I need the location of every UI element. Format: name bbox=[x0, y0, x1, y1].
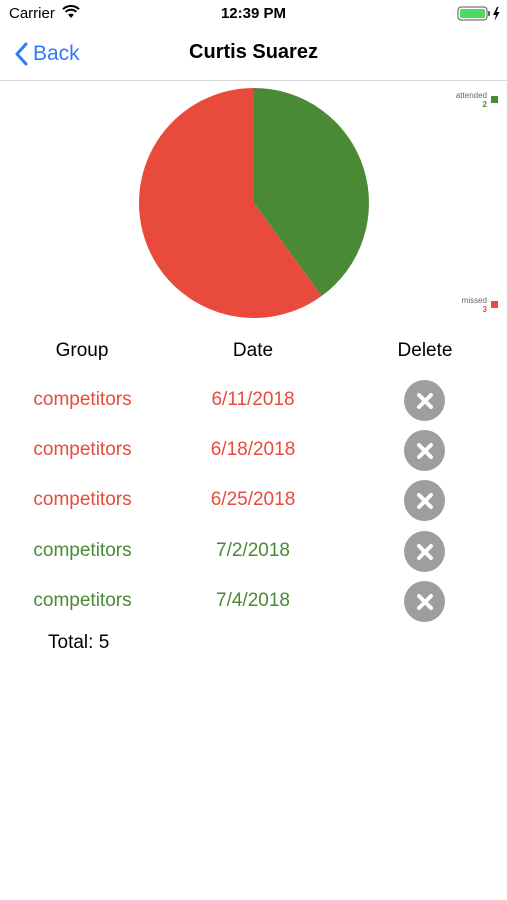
close-icon bbox=[416, 543, 433, 560]
legend-label-missed: missed bbox=[461, 296, 487, 305]
close-icon bbox=[416, 593, 433, 610]
battery-icon bbox=[457, 6, 500, 21]
row-group: competitors bbox=[33, 590, 132, 611]
table-row: competitors 6/25/2018 bbox=[0, 476, 507, 526]
header-delete: Delete bbox=[397, 340, 453, 361]
row-group: competitors bbox=[33, 489, 132, 510]
clock: 12:39 PM bbox=[220, 5, 287, 22]
header-group: Group bbox=[55, 340, 109, 361]
table-row: competitors 6/11/2018 bbox=[0, 376, 507, 426]
header-date: Date bbox=[232, 340, 274, 361]
table-row: competitors 6/18/2018 bbox=[0, 426, 507, 476]
charging-bolt-icon bbox=[493, 7, 500, 21]
row-date: 6/25/2018 bbox=[210, 489, 296, 510]
close-icon bbox=[416, 492, 433, 509]
table-header: Group Date Delete bbox=[0, 340, 507, 366]
row-group: competitors bbox=[33, 389, 132, 410]
legend-attended: attended 2 bbox=[456, 91, 498, 109]
attendance-chart: attended 2 missed 3 bbox=[0, 81, 507, 331]
legend-label-attended: attended bbox=[455, 91, 487, 100]
legend-value-attended: 2 bbox=[482, 100, 487, 109]
legend-missed: missed 3 bbox=[462, 296, 498, 314]
legend-value-missed: 3 bbox=[482, 305, 487, 314]
legend-swatch-missed bbox=[491, 301, 498, 308]
delete-button[interactable] bbox=[404, 380, 445, 421]
table-row: competitors 7/4/2018 bbox=[0, 577, 507, 627]
row-date: 7/2/2018 bbox=[216, 540, 290, 561]
page-title: Curtis Suarez bbox=[189, 41, 318, 63]
close-icon bbox=[416, 442, 433, 459]
table-row: competitors 7/2/2018 bbox=[0, 527, 507, 577]
row-date: 7/4/2018 bbox=[216, 590, 290, 611]
status-bar: Carrier 12:39 PM bbox=[0, 0, 507, 28]
total-count: Total: 5 bbox=[48, 632, 110, 653]
navigation-bar: Back Curtis Suarez bbox=[0, 28, 507, 81]
legend-swatch-attended bbox=[491, 96, 498, 103]
row-date: 6/11/2018 bbox=[211, 389, 295, 410]
delete-button[interactable] bbox=[404, 430, 445, 471]
row-date: 6/18/2018 bbox=[210, 439, 296, 460]
pie-chart bbox=[138, 88, 369, 318]
delete-button[interactable] bbox=[404, 480, 445, 521]
row-group: competitors bbox=[33, 540, 132, 561]
close-icon bbox=[416, 392, 433, 409]
delete-button[interactable] bbox=[404, 531, 445, 572]
delete-button[interactable] bbox=[404, 581, 445, 622]
row-group: competitors bbox=[33, 439, 132, 460]
